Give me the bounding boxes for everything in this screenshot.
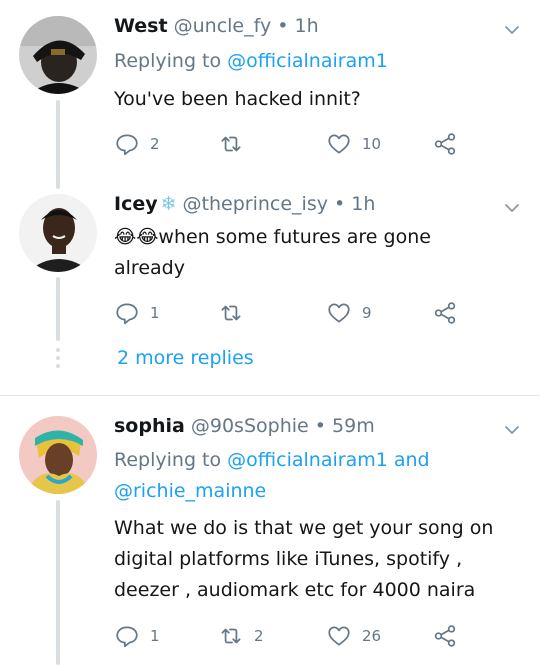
timestamp[interactable]: 1h (351, 193, 375, 215)
share-icon (434, 133, 456, 155)
retweet-icon (221, 305, 241, 321)
retweet-button[interactable] (218, 130, 254, 158)
like-button[interactable]: 9 (326, 299, 372, 327)
like-count: 26 (362, 627, 382, 645)
avatar[interactable] (19, 16, 97, 94)
like-count: 10 (362, 135, 382, 153)
retweet-button[interactable]: 2 (218, 622, 264, 650)
separator: • (271, 15, 295, 37)
replying-prefix: Replying to (114, 449, 228, 471)
timestamp[interactable]: 59m (332, 415, 375, 437)
reply-button[interactable]: 1 (114, 622, 160, 650)
reply-button[interactable]: 1 (114, 299, 160, 327)
tweet-text: You've been hacked innit? (114, 88, 361, 110)
mention-link[interactable]: @officialnairam1 (227, 449, 388, 471)
action-bar: 2 10 (114, 130, 464, 158)
mention-link[interactable]: @officialnairam1 (227, 50, 388, 72)
tweet-1[interactable]: West @uncle_fy • 1h Replying to @officia… (0, 0, 540, 185)
replying-and: and (387, 449, 430, 471)
like-button[interactable]: 26 (326, 622, 381, 650)
retweet-count: 2 (254, 627, 264, 645)
tweet-text: 😂😂when some futures are gone already (114, 226, 431, 279)
thread-line-top (56, 183, 60, 189)
heart-icon (328, 303, 350, 323)
timestamp[interactable]: 1h (295, 15, 319, 37)
like-button[interactable]: 10 (326, 130, 381, 158)
more-replies-link[interactable]: 2 more replies (117, 347, 254, 369)
reply-icon (116, 303, 138, 325)
display-name[interactable]: sophia (114, 415, 185, 437)
heart-icon (328, 626, 350, 646)
action-bar: 1 2 26 (114, 622, 464, 650)
tweet-2[interactable]: Icey ❄ @theprince_isy • 1h 😂😂when some fut… (0, 183, 540, 395)
share-button[interactable] (432, 299, 458, 327)
reply-button[interactable]: 2 (114, 130, 160, 158)
heart-icon (328, 134, 350, 154)
avatar[interactable] (19, 194, 97, 272)
thread-dots (56, 348, 60, 372)
share-button[interactable] (432, 130, 458, 158)
mention-link-2[interactable]: @richie_mainne (114, 480, 266, 502)
action-bar: 1 9 (114, 299, 464, 327)
tweet-3[interactable]: sophia @90sSophie • 59m Replying to @off… (0, 396, 540, 665)
tweet-header: West @uncle_fy • 1h (114, 13, 319, 39)
reply-icon (116, 134, 138, 156)
retweet-button[interactable] (218, 299, 254, 327)
avatar[interactable] (19, 416, 97, 494)
display-name[interactable]: Icey (114, 193, 158, 215)
replying-to-line-2: @richie_mainne (114, 476, 266, 506)
replying-prefix: Replying to (114, 50, 228, 72)
handle[interactable]: @uncle_fy (174, 15, 272, 37)
handle[interactable]: @theprince_isy (183, 193, 328, 215)
retweet-icon (221, 136, 241, 152)
retweet-icon (221, 628, 241, 644)
replying-to: Replying to @officialnairam1 and (114, 445, 430, 475)
chevron-down-icon[interactable] (504, 422, 520, 438)
replying-to: Replying to @officialnairam1 (114, 46, 388, 76)
separator: • (308, 415, 333, 437)
share-icon (434, 302, 456, 324)
tweet-text: What we do is that we get your song on d… (114, 517, 494, 601)
thread-line (56, 100, 60, 185)
chevron-down-icon[interactable] (504, 200, 520, 216)
reply-count: 1 (150, 627, 160, 645)
thread-line (56, 500, 60, 665)
like-count: 9 (362, 304, 372, 322)
chevron-down-icon[interactable] (504, 22, 520, 38)
snowflake-emoji: ❄ (160, 193, 177, 215)
share-icon (434, 625, 456, 647)
separator: • (327, 193, 352, 215)
laughing-emoji: 😂😂 (114, 226, 159, 248)
display-name[interactable]: West (114, 15, 168, 37)
tweet-header: Icey ❄ @theprince_isy • 1h (114, 191, 375, 217)
thread-line (56, 277, 60, 341)
tweet-header: sophia @90sSophie • 59m (114, 413, 375, 439)
handle[interactable]: @90sSophie (191, 415, 309, 437)
reply-count: 2 (150, 135, 160, 153)
reply-count: 1 (150, 304, 160, 322)
reply-icon (116, 626, 138, 648)
share-button[interactable] (432, 622, 458, 650)
